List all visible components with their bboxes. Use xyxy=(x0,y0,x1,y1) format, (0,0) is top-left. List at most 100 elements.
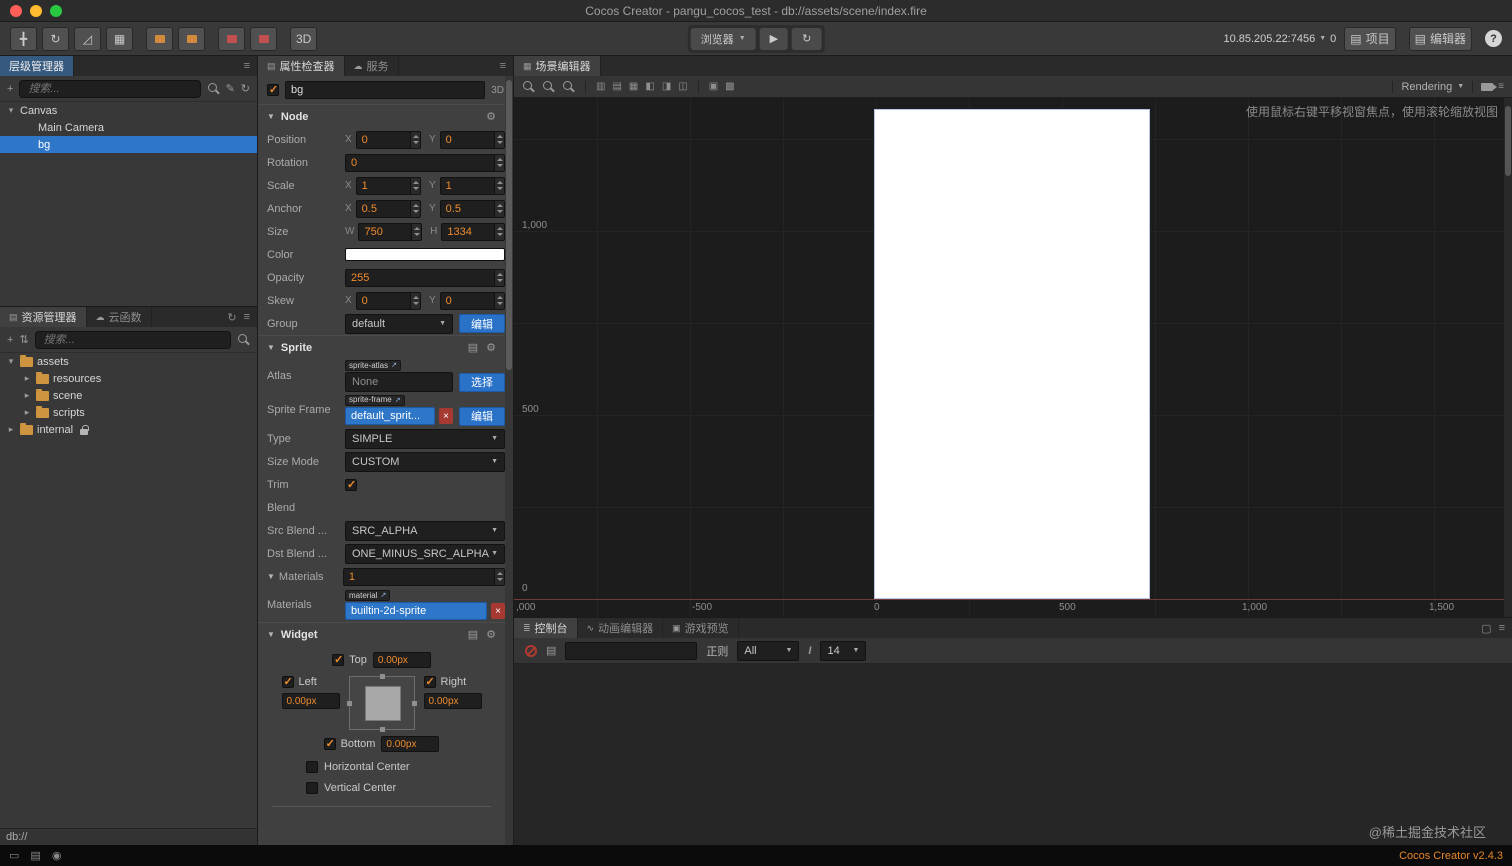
panel-menu-icon[interactable]: ≡ xyxy=(1499,622,1505,634)
tree-closed-icon[interactable]: ▸ xyxy=(22,373,32,384)
tab-console[interactable]: ≣ 控制台 xyxy=(514,618,578,638)
asset-folder-scene[interactable]: ▸ scene xyxy=(0,387,257,404)
gear-icon[interactable]: ⚙ xyxy=(486,628,496,641)
horizontal-center-checkbox[interactable] xyxy=(306,761,318,773)
link-icon[interactable]: ↗ xyxy=(380,592,386,599)
widget-left-input[interactable]: 0.00px xyxy=(281,693,340,709)
sprite-section-header[interactable]: ▼ Sprite ▤ ⚙ xyxy=(258,335,505,359)
tab-services[interactable]: ☁ 服务 xyxy=(345,56,399,76)
group-edit-button[interactable]: 编辑 xyxy=(459,314,505,333)
scrollbar-thumb[interactable] xyxy=(506,80,512,370)
gear-icon[interactable]: ⚙ xyxy=(486,110,496,123)
preview-target-dropdown[interactable]: 浏览器 ▼ xyxy=(690,27,756,50)
panel-menu-icon[interactable]: ≡ xyxy=(244,311,250,323)
size-w-input[interactable]: 750 xyxy=(358,222,423,241)
align-bottom-icon[interactable]: ◫ xyxy=(678,81,687,92)
panel-menu-icon[interactable]: ≡ xyxy=(500,60,506,72)
tree-open-icon[interactable]: ▾ xyxy=(6,356,16,367)
skew-y-input[interactable]: 0 xyxy=(439,291,505,310)
log-level-dropdown[interactable]: All ▼ xyxy=(737,640,800,661)
size-mode-dropdown[interactable]: CUSTOM ▼ xyxy=(345,451,505,472)
edit-icon[interactable]: ✎ xyxy=(226,82,235,95)
help-button[interactable]: ? xyxy=(1485,30,1502,47)
asset-folder-internal[interactable]: ▸ internal xyxy=(0,421,257,438)
tab-animation-editor[interactable]: ∿ 动画编辑器 xyxy=(578,618,664,638)
fold-icon[interactable]: ▼ xyxy=(267,572,275,581)
sort-icon[interactable]: ⇅ xyxy=(19,333,28,346)
anchor-y-input[interactable]: 0.5 xyxy=(439,199,505,218)
local-space-button[interactable] xyxy=(218,26,245,51)
open-project-button[interactable]: ▤ 项目 xyxy=(1344,26,1396,51)
stepper[interactable] xyxy=(494,568,504,585)
link-icon[interactable]: ↗ xyxy=(395,397,401,404)
scene-scrollbar[interactable] xyxy=(1504,98,1512,617)
mode-3d-button[interactable]: 3D xyxy=(290,26,318,51)
align-hcenter-icon[interactable]: ▤ xyxy=(612,81,621,92)
stepper[interactable] xyxy=(494,131,504,148)
rect-tool-button[interactable]: ▦ xyxy=(106,26,133,51)
font-size-dropdown[interactable]: 14 ▼ xyxy=(820,640,867,661)
tree-closed-icon[interactable]: ▸ xyxy=(6,424,16,435)
assets-search-input[interactable] xyxy=(34,330,231,349)
align-right-icon[interactable]: ▦ xyxy=(629,81,638,92)
widget-handle-right[interactable] xyxy=(411,701,417,706)
zoom-window-button[interactable] xyxy=(50,4,62,17)
stepper[interactable] xyxy=(494,154,504,171)
tree-closed-icon[interactable]: ▸ xyxy=(22,407,32,418)
node-active-checkbox[interactable] xyxy=(267,83,279,96)
clear-console-icon[interactable] xyxy=(525,644,537,657)
widget-bottom-input[interactable]: 0.00px xyxy=(381,736,440,752)
distribute-h-icon[interactable]: ▣ xyxy=(709,81,718,92)
tree-node-main-camera[interactable]: Main Camera xyxy=(0,119,257,136)
widget-right-checkbox[interactable] xyxy=(423,675,436,688)
asset-folder-resources[interactable]: ▸ resources xyxy=(0,370,257,387)
camera-icon[interactable] xyxy=(1481,82,1498,91)
clear-frame-button[interactable]: × xyxy=(439,408,453,424)
search-icon[interactable] xyxy=(237,333,250,346)
link-icon[interactable]: ↗ xyxy=(391,362,397,369)
anchor-toggle-button[interactable] xyxy=(178,26,205,51)
vertical-center-checkbox[interactable] xyxy=(306,782,318,794)
stepper[interactable] xyxy=(410,200,420,217)
design-canvas[interactable] xyxy=(874,109,1150,599)
anchor-x-input[interactable]: 0.5 xyxy=(355,199,421,218)
type-dropdown[interactable]: SIMPLE ▼ xyxy=(345,428,505,449)
widget-handle-left[interactable] xyxy=(346,701,352,706)
view-menu-icon[interactable]: ≡ xyxy=(1498,81,1504,92)
widget-handle-top[interactable] xyxy=(379,674,385,679)
trim-checkbox[interactable] xyxy=(345,478,357,491)
stepper[interactable] xyxy=(410,131,420,148)
stepper[interactable] xyxy=(494,292,504,309)
widget-alignment-diagram[interactable] xyxy=(346,674,417,732)
align-top-icon[interactable]: ◧ xyxy=(645,81,654,92)
stepper[interactable] xyxy=(494,200,504,217)
console-log-area[interactable] xyxy=(514,664,1512,845)
asset-folder-assets[interactable]: ▾ assets xyxy=(0,353,257,370)
minimize-window-button[interactable] xyxy=(30,4,42,17)
zoom-out-icon[interactable] xyxy=(542,80,555,93)
refresh-icon[interactable]: ↻ xyxy=(241,82,250,95)
stepper[interactable] xyxy=(410,292,420,309)
tab-cloud-functions[interactable]: ☁ 云函数 xyxy=(87,307,152,327)
clear-material-button[interactable]: × xyxy=(491,603,505,619)
stepper[interactable] xyxy=(494,223,504,240)
scrollbar-thumb[interactable] xyxy=(1505,106,1511,176)
play-button[interactable]: ▶ xyxy=(759,27,789,50)
expand-panel-icon[interactable]: ▢ xyxy=(1481,622,1491,635)
hierarchy-search-input[interactable] xyxy=(19,79,201,98)
reload-button[interactable]: ↻ xyxy=(792,27,822,50)
asset-folder-scripts[interactable]: ▸ scripts xyxy=(0,404,257,421)
position-y-input[interactable]: 0 xyxy=(439,130,505,149)
preview-address[interactable]: 10.85.205.22:7456 ▼ 0 xyxy=(1223,33,1336,45)
widget-section-header[interactable]: ▼ Widget ▤ ⚙ xyxy=(258,622,505,646)
scale-y-input[interactable]: 1 xyxy=(439,176,505,195)
widget-top-checkbox[interactable] xyxy=(332,653,345,666)
log-file-icon[interactable]: ▤ xyxy=(546,644,556,657)
inspector-scrollbar[interactable] xyxy=(505,76,513,845)
rotation-input[interactable]: 0 xyxy=(345,153,505,172)
chevron-down-icon[interactable]: ▼ xyxy=(1457,83,1464,90)
color-swatch[interactable] xyxy=(345,248,505,261)
tab-properties[interactable]: ▤ 属性检查器 xyxy=(258,56,345,76)
sprite-frame-field[interactable]: default_sprit... xyxy=(345,407,435,425)
widget-left-checkbox[interactable] xyxy=(281,675,294,688)
